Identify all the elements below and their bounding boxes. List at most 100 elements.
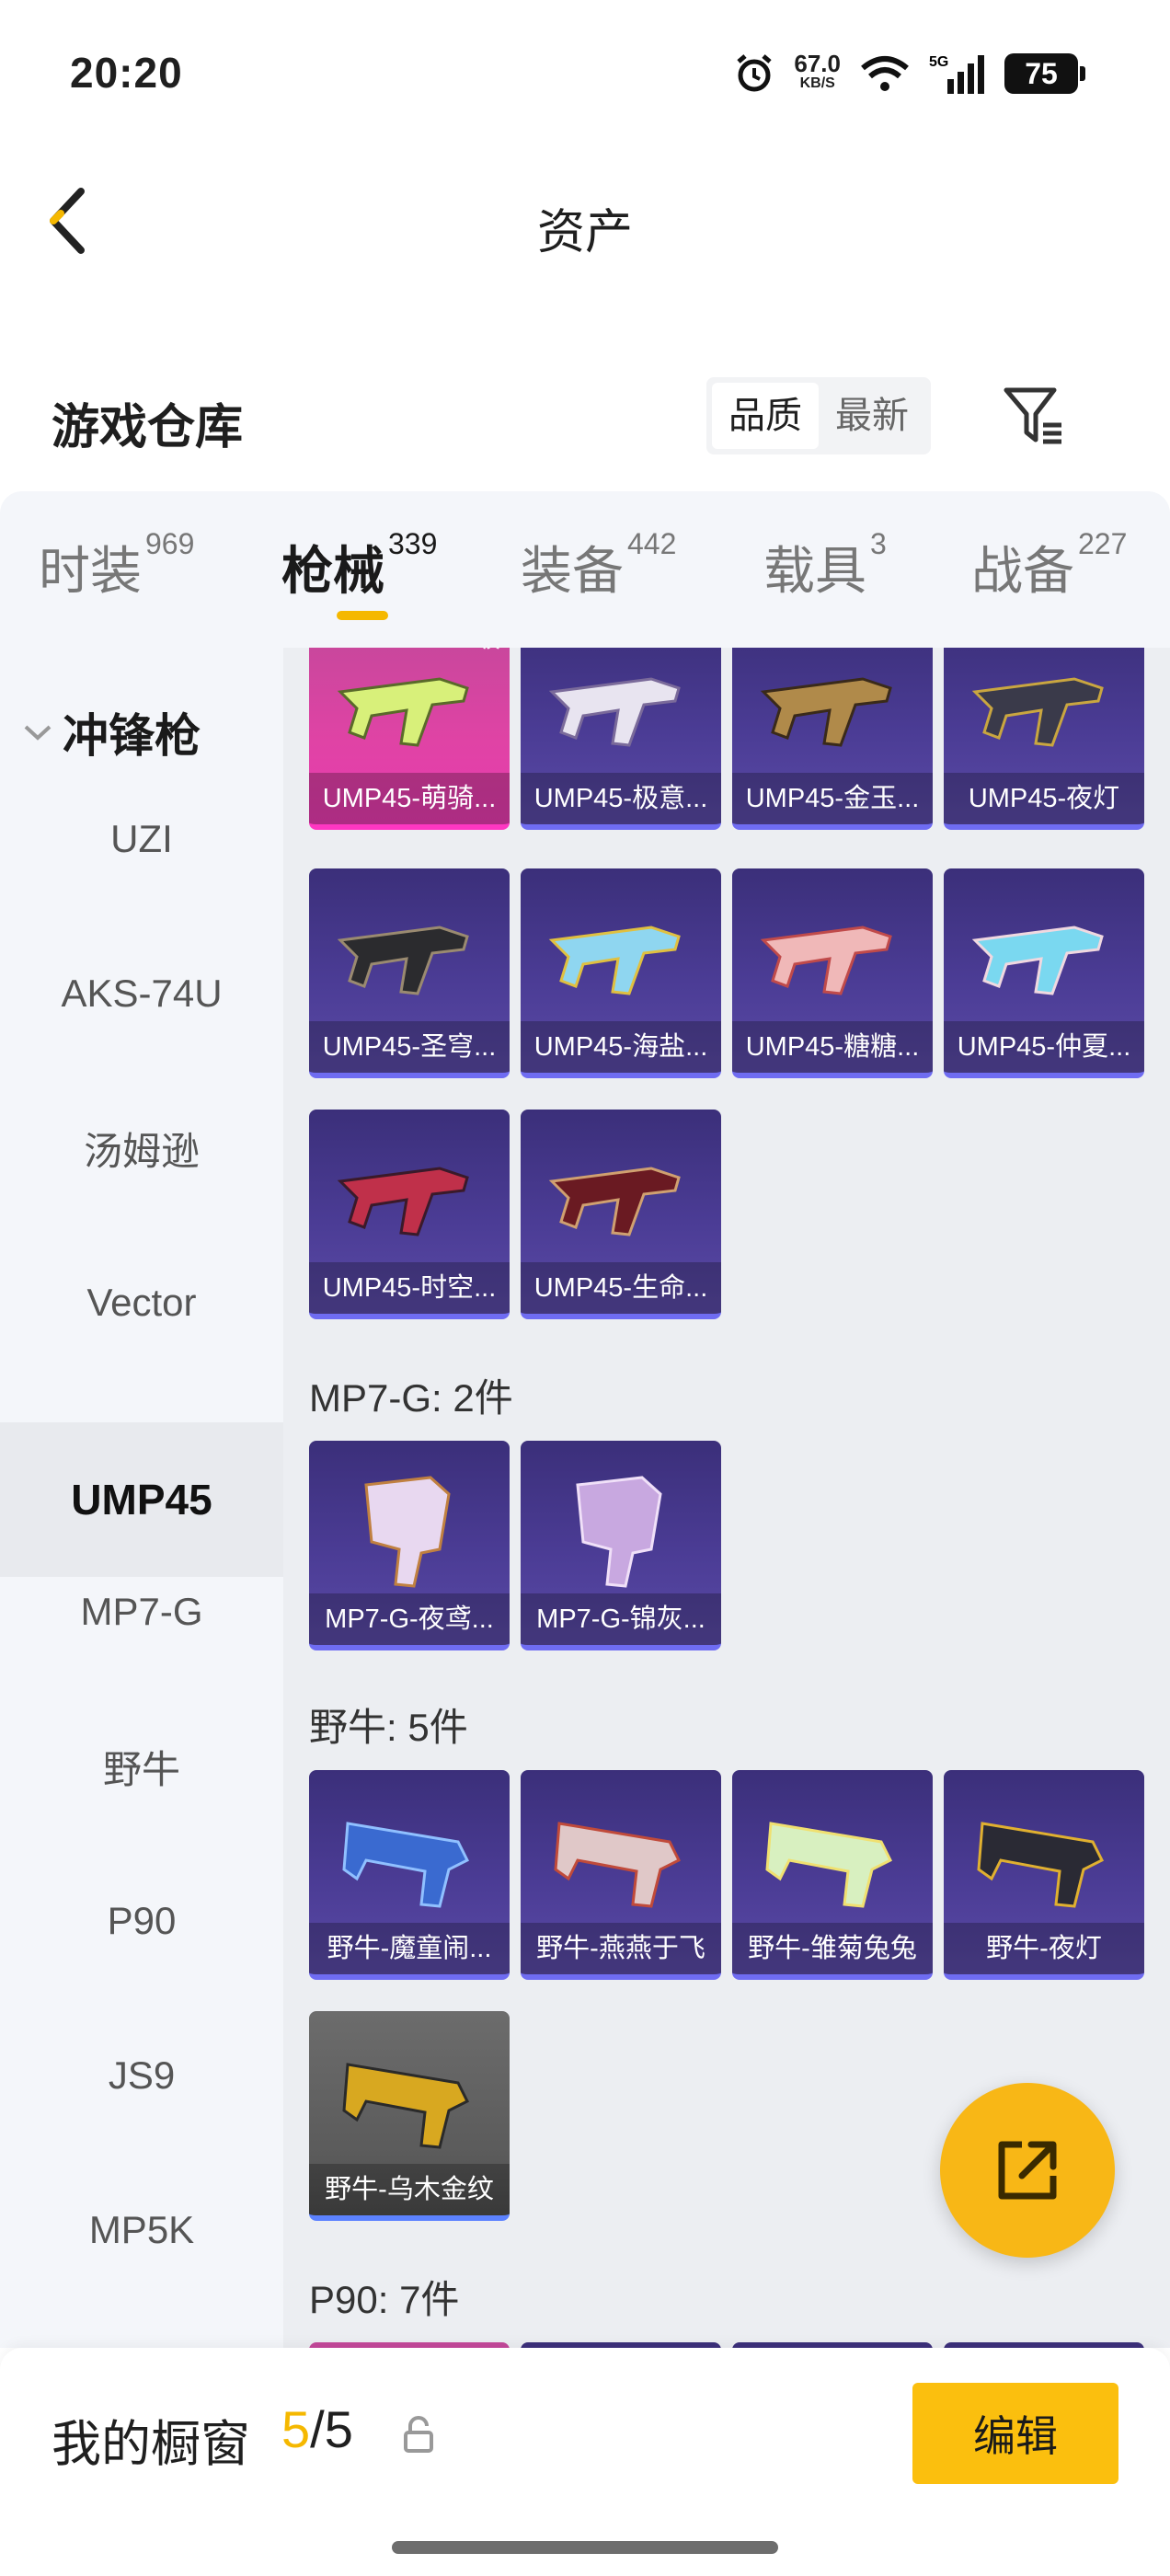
item-card[interactable]: UMP45-仲夏... [944, 868, 1144, 1078]
item-label: UMP45-海盐... [521, 1021, 721, 1073]
item-label: UMP45-圣穹... [309, 1021, 510, 1073]
item-card[interactable]: UMP45-金玉... [732, 648, 933, 830]
tab-count: 969 [145, 527, 195, 561]
group-title-bison: 野牛: 5件 [309, 1706, 468, 1749]
sort-quality-option[interactable]: 品质 [712, 383, 819, 449]
tab-count: 227 [1078, 527, 1128, 561]
gun-image [337, 1167, 469, 1236]
status-bar: 20:20 67.0 KB/S 5G 75 [0, 0, 1170, 147]
tab-label: 时装 [39, 542, 142, 600]
active-tab-indicator [337, 611, 388, 620]
gun-image [977, 1822, 1105, 1908]
battery-indicator: 75 [1004, 53, 1085, 94]
item-card[interactable]: 野牛-雏菊兔兔 [732, 1770, 933, 1980]
item-label: UMP45-极意... [521, 773, 721, 824]
gun-image [971, 677, 1104, 747]
sort-latest-option[interactable]: 最新 [819, 383, 925, 449]
sidebar-group-smg[interactable]: 冲锋枪 [22, 699, 201, 765]
tab-equipment[interactable]: 装备 442 [521, 527, 677, 604]
svg-text:5G: 5G [929, 54, 948, 70]
item-label: UMP45-仲夏... [944, 1021, 1144, 1073]
net-speed-unit: KB/S [799, 75, 835, 91]
sidebar-group-label: 冲锋枪 [63, 710, 201, 762]
item-card[interactable]: 野牛-夜灯 [944, 1770, 1144, 1980]
category-tabs: 时装 969 枪械 339 装备 442 载具 3 战备 227 [0, 491, 1170, 648]
status-icons: 67.0 KB/S 5G 75 [733, 46, 1085, 101]
tab-label: 装备 [521, 542, 624, 600]
item-card[interactable]: MP7-G-夜鸢... [309, 1441, 510, 1650]
gun-image [554, 1822, 682, 1908]
nav-bar: 资产 [0, 147, 1170, 294]
lock-icon[interactable] [403, 2416, 434, 2453]
item-card[interactable]: UMP45-海盐... [521, 868, 721, 1078]
tab-count: 339 [388, 527, 438, 561]
tab-count: 442 [627, 527, 677, 561]
gun-image [342, 1822, 470, 1908]
item-label: MP7-G-锦灰... [521, 1593, 721, 1645]
item-label: UMP45-时空... [309, 1262, 510, 1314]
tab-count: 3 [870, 527, 887, 561]
sidebar-item-uzi[interactable]: UZI [0, 762, 283, 916]
warehouse-title: 游戏仓库 [52, 401, 244, 454]
sidebar-item-aks74u[interactable]: AKS-74U [0, 916, 283, 1071]
tab-label: 战备 [971, 542, 1074, 600]
gun-image [765, 1822, 893, 1908]
sidebar-item-p90[interactable]: P90 [0, 1844, 283, 1998]
tab-supplies[interactable]: 战备 227 [971, 527, 1128, 604]
tab-label: 枪械 [281, 542, 384, 600]
status-time: 20:20 [70, 49, 183, 97]
item-card[interactable]: 4级 UMP45-萌骑... [309, 648, 510, 830]
item-card[interactable]: UMP45-极意... [521, 648, 721, 830]
page-title: 资产 [536, 206, 633, 259]
item-card[interactable]: 野牛-魔童闹... [309, 1770, 510, 1980]
share-button[interactable] [940, 2083, 1115, 2258]
showcase-bar: 我的橱窗 5/5 编辑 [0, 2348, 1170, 2576]
item-card[interactable]: UMP45-圣穹... [309, 868, 510, 1078]
item-label: UMP45-金玉... [732, 773, 933, 824]
sidebar-item-thompson[interactable]: 汤姆逊 [0, 1071, 283, 1225]
gun-image [548, 1167, 681, 1236]
gun-image [342, 2063, 470, 2149]
tab-label: 载具 [763, 542, 866, 600]
net-speed: 67.0 KB/S [794, 52, 841, 94]
edit-button[interactable]: 编辑 [912, 2383, 1118, 2484]
gun-image [576, 1476, 662, 1588]
item-label: UMP45-夜灯 [944, 773, 1144, 824]
item-card[interactable]: 野牛-乌木金纹 [309, 2011, 510, 2221]
gun-image [971, 926, 1104, 995]
gun-image [548, 926, 681, 995]
sidebar-item-vector[interactable]: Vector [0, 1225, 283, 1380]
item-label: 野牛-乌木金纹 [309, 2164, 510, 2215]
warehouse-header: 游戏仓库 品质 最新 [0, 350, 1170, 488]
gun-image [760, 926, 892, 995]
item-label: 野牛-魔童闹... [309, 1923, 510, 1974]
group-title-mp7g: MP7-G: 2件 [309, 1376, 513, 1420]
sidebar-item-bison[interactable]: 野牛 [0, 1689, 283, 1844]
gun-image [760, 677, 892, 747]
item-card[interactable]: MP7-G-锦灰... [521, 1441, 721, 1650]
home-indicator[interactable] [392, 2541, 778, 2554]
item-label: 野牛-雏菊兔兔 [732, 1923, 933, 1974]
item-card[interactable]: 野牛-燕燕于飞 [521, 1770, 721, 1980]
item-label: UMP45-生命... [521, 1262, 721, 1314]
item-card[interactable]: UMP45-生命... [521, 1110, 721, 1319]
item-label: MP7-G-夜鸢... [309, 1593, 510, 1645]
tab-fashion[interactable]: 时装 969 [39, 527, 195, 604]
item-level: 4级 [460, 648, 500, 655]
item-label: 野牛-燕燕于飞 [521, 1923, 721, 1974]
sidebar-item-js9[interactable]: JS9 [0, 1998, 283, 2153]
filter-button[interactable] [1001, 383, 1067, 449]
tab-guns[interactable]: 枪械 339 [281, 527, 438, 604]
showcase-separator: / [310, 2400, 325, 2458]
item-card[interactable]: UMP45-时空... [309, 1110, 510, 1319]
showcase-count: 5/5 [281, 2399, 353, 2459]
gun-image [337, 677, 469, 747]
sidebar-item-mp7g[interactable]: MP7-G [0, 1535, 283, 1689]
sidebar-item-mp5k[interactable]: MP5K [0, 2153, 283, 2307]
item-card[interactable]: UMP45-糖糖... [732, 868, 933, 1078]
showcase-current: 5 [281, 2400, 311, 2458]
item-card[interactable]: UMP45-夜灯 [944, 648, 1144, 830]
wifi-icon [861, 56, 909, 91]
tab-vehicles[interactable]: 载具 3 [763, 527, 887, 604]
alarm-icon [737, 54, 773, 92]
